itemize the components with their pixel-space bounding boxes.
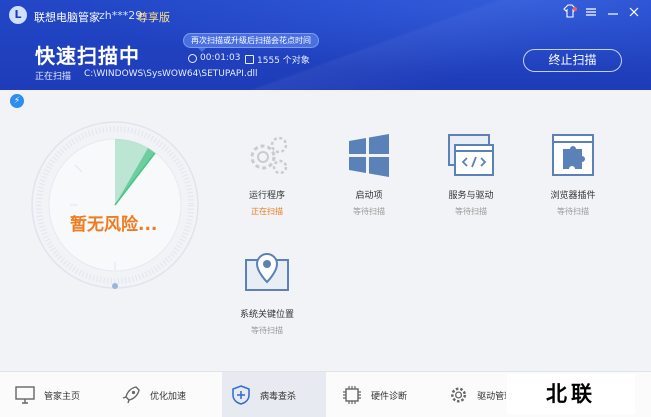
scan-item-browser-plugins: 浏览器插件 等待扫描	[528, 133, 618, 217]
code-window-icon	[448, 134, 494, 176]
file-icon	[245, 55, 254, 64]
scan-item-startup: 启动项 等待扫描	[324, 133, 414, 217]
scan-item-label: 启动项	[355, 191, 383, 201]
current-scan-path: C:\WINDOWS\SysWOW64\SETUPAPI.dll	[84, 69, 258, 79]
current-scan-label: 正在扫描	[35, 72, 72, 82]
scan-header: L 联想电脑管家 zh***29 尊享版 快速扫描中 再次扫描或升级后扫描会花点…	[0, 0, 651, 90]
nav-label: 管家主页	[44, 391, 81, 402]
scan-title: 快速扫描中	[35, 44, 140, 68]
scan-radar	[31, 121, 199, 289]
risk-status-text: 暂无风险...	[70, 215, 158, 235]
skin-icon[interactable]	[560, 4, 580, 24]
watermark-text: 北联	[507, 374, 635, 414]
scan-item-running-programs: 运行程序 正在扫描	[222, 133, 312, 217]
nav-label: 病毒查杀	[260, 391, 297, 402]
nav-drivers[interactable]: 驱动管理	[440, 372, 506, 417]
shield-icon	[232, 385, 250, 405]
scan-item-status: 等待扫描	[455, 207, 487, 216]
lightning-icon[interactable]: ⚡	[10, 94, 24, 108]
nav-label: 硬件诊断	[371, 391, 408, 402]
puzzle-icon	[552, 134, 594, 176]
scan-item-services-drivers: 服务与驱动 等待扫描	[426, 133, 516, 217]
scan-item-label: 服务与驱动	[448, 191, 494, 201]
rocket-icon	[122, 386, 140, 404]
user-name[interactable]: zh***29	[99, 9, 142, 22]
app-logo-icon: L	[9, 6, 27, 24]
menu-icon[interactable]	[581, 4, 601, 24]
scanned-count: 1555 个对象	[245, 53, 310, 66]
scan-item-status: 等待扫描	[353, 207, 385, 216]
location-pin-icon	[245, 252, 289, 291]
scan-item-status: 等待扫描	[557, 207, 589, 216]
notification-dot	[573, 7, 577, 11]
scan-item-system-key-locations: 系统关键位置 等待扫描	[222, 252, 312, 336]
app-title: 联想电脑管家	[34, 11, 100, 24]
scanned-count-value: 1555 个对象	[257, 56, 310, 66]
scan-hint-tooltip: 再次扫描或升级后扫描会花点时间	[183, 33, 319, 52]
scan-item-status: 等待扫描	[251, 326, 283, 335]
nav-label: 优化加速	[150, 391, 187, 402]
close-icon[interactable]	[624, 4, 644, 24]
chip-icon	[343, 386, 361, 404]
scan-item-status: 正在扫描	[251, 207, 283, 216]
nav-hardware[interactable]: 硬件诊断	[333, 372, 437, 417]
minimize-icon[interactable]	[603, 4, 623, 24]
stop-scan-button[interactable]: 终止扫描	[523, 49, 622, 72]
gear-icon	[451, 387, 467, 403]
clock-icon	[188, 53, 197, 63]
gears-icon	[250, 136, 288, 175]
elapsed-time-value: 00:01:03	[200, 53, 241, 63]
nav-home[interactable]: 管家主页	[10, 372, 106, 417]
scan-item-label: 浏览器插件	[550, 191, 596, 201]
nav-optimize[interactable]: 优化加速	[112, 372, 216, 417]
windows-icon	[349, 134, 389, 177]
nav-virus-scan[interactable]: 病毒查杀	[222, 372, 326, 417]
monitor-icon	[15, 386, 35, 404]
nav-label: 驱动管理	[477, 391, 506, 402]
elapsed-time: 00:01:03	[188, 53, 240, 63]
scan-item-label: 运行程序	[248, 191, 285, 201]
user-tier-badge: 尊享版	[137, 11, 170, 24]
scan-item-label: 系统关键位置	[239, 310, 294, 320]
